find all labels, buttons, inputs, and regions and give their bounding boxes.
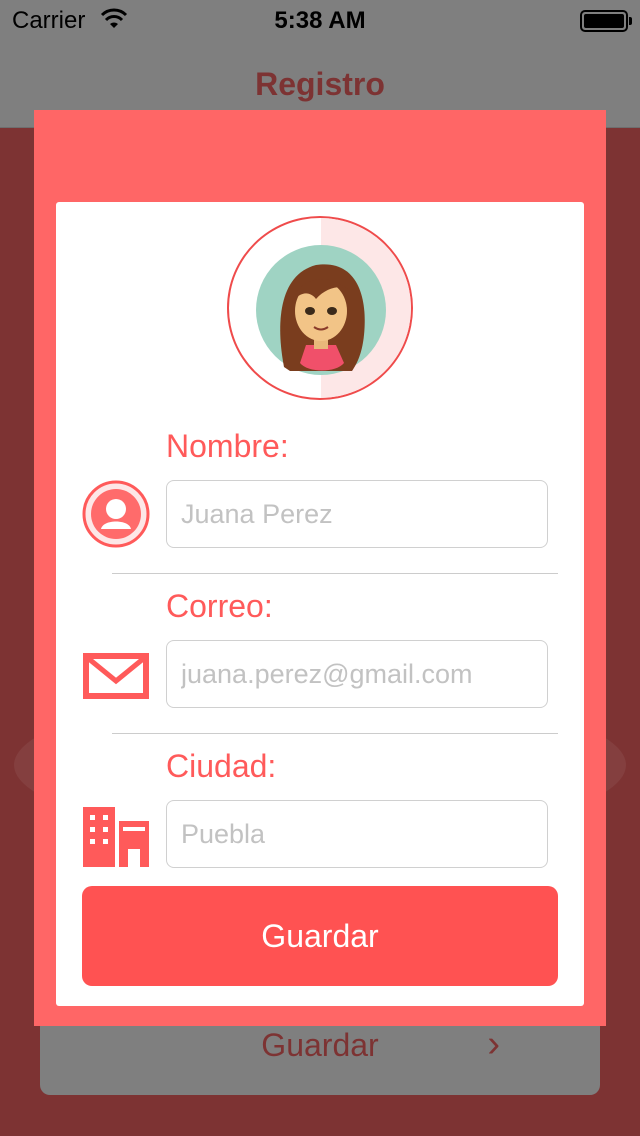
divider [112, 573, 558, 574]
city-field[interactable] [166, 800, 548, 868]
name-field[interactable] [166, 480, 548, 548]
battery-icon [580, 10, 632, 32]
city-icon [83, 807, 149, 867]
email-label: Correo: [166, 588, 273, 624]
chevron-right-icon: › [487, 1023, 500, 1065]
name-label: Nombre: [166, 428, 289, 464]
page-title: Registro [255, 66, 385, 102]
divider [112, 733, 558, 734]
clock-label: 5:38 AM [274, 7, 366, 34]
girl-avatar-icon [256, 245, 386, 375]
background-save-label: Guardar [261, 1027, 379, 1063]
avatar[interactable] [227, 216, 413, 400]
registration-card: Nombre: Correo: Ciudad: [56, 202, 584, 1006]
city-label: Ciudad: [166, 748, 277, 784]
save-button[interactable]: Guardar [82, 886, 558, 986]
email-field[interactable] [166, 640, 548, 708]
user-icon [82, 480, 150, 548]
status-bar: Carrier 5:38 AM [0, 0, 640, 40]
envelope-icon [83, 653, 149, 699]
registration-modal: Nombre: Correo: Ciudad: [34, 110, 606, 1026]
